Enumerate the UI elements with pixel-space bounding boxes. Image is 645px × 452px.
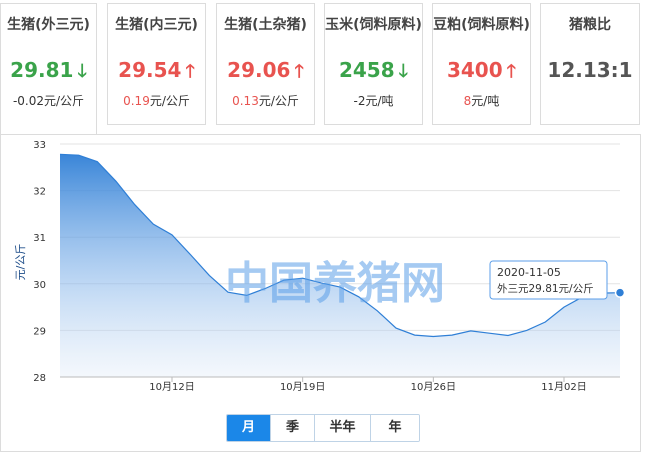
tooltip-value: 外三元29.81元/公斤	[497, 283, 594, 295]
period-tab-month[interactable]: 月	[227, 415, 271, 441]
y-tick-label: 31	[33, 233, 46, 244]
watermark: 中国养猪网	[225, 258, 445, 309]
y-tick-label: 30	[33, 280, 46, 291]
y-tick-label: 29	[33, 326, 46, 337]
highlight-point[interactable]	[614, 287, 626, 298]
tooltip-date: 2020-11-05	[497, 266, 561, 279]
period-tab-halfyear[interactable]: 半年	[315, 415, 371, 441]
x-tick-label: 10月19日	[280, 381, 325, 393]
period-selector: 月 季 半年 年	[226, 414, 420, 442]
y-tick-label: 28	[33, 373, 46, 384]
x-tick-label: 10月12日	[149, 381, 194, 393]
period-tab-year[interactable]: 年	[371, 415, 419, 441]
y-axis-label: 元/公斤	[14, 244, 27, 281]
price-chart: 中国养猪网 28 29 30 31 32 33 10月12日 10月19日 10月26日 11月0…	[14, 140, 626, 393]
tooltip: 2020-11-05 外三元29.81元/公斤	[489, 260, 608, 300]
x-tick-label: 11月02日	[541, 381, 586, 393]
period-tab-quarter[interactable]: 季	[271, 415, 315, 441]
y-tick-label: 33	[33, 140, 46, 151]
y-tick-label: 32	[33, 187, 46, 198]
x-tick-label: 10月26日	[411, 381, 456, 393]
